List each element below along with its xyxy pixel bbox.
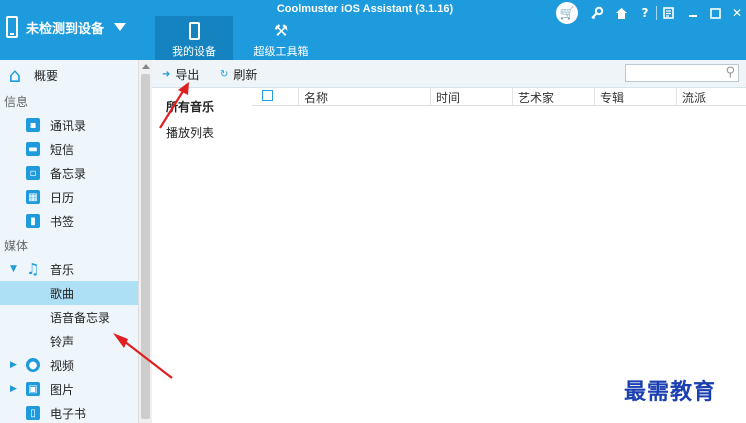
sidebar-item-calendar[interactable]: ▦ 日历 <box>0 185 138 209</box>
sidebar-item-label: 日历 <box>50 190 75 205</box>
scroll-up-icon[interactable] <box>142 64 150 69</box>
sidebar-item-photos[interactable]: ▶ ▣ 图片 <box>0 377 138 401</box>
export-button[interactable]: ➜ 导出 <box>162 66 199 82</box>
device-label: 未检测到设备 <box>26 21 105 37</box>
phone-icon <box>6 16 18 38</box>
section-info-heading: 信息 <box>4 95 29 109</box>
sidebar-item-bookmarks[interactable]: ▮ 书签 <box>0 209 138 233</box>
sidebar-item-voice-memos[interactable]: 语音备忘录 <box>0 305 138 329</box>
sidebar-item-overview[interactable]: ⌂ 概要 <box>0 62 138 88</box>
tools-icon: ⚒ <box>273 21 289 40</box>
tab-label: 超级工具箱 <box>253 45 309 58</box>
home-icon[interactable] <box>612 4 630 22</box>
sidebar-item-label: 铃声 <box>50 334 75 349</box>
column-genre[interactable]: 流派 <box>682 89 706 105</box>
music-category-panel: 所有音乐 播放列表 <box>152 88 252 423</box>
sidebar-scrollbar[interactable] <box>138 60 152 423</box>
all-music-item[interactable]: 所有音乐 <box>166 98 214 115</box>
chevron-down-icon[interactable] <box>114 23 127 31</box>
sidebar-item-ebooks[interactable]: ▯ 电子书 <box>0 401 138 423</box>
tab-label: 我的设备 <box>172 45 216 58</box>
column-name[interactable]: 名称 <box>304 89 328 105</box>
sidebar-item-music[interactable]: ▼ ♫ 音乐 <box>0 257 138 281</box>
sidebar-item-label: 电子书 <box>50 406 87 421</box>
maximize-icon[interactable] <box>706 4 724 22</box>
column-divider <box>512 88 513 106</box>
cart-icon[interactable]: 🛒 <box>556 2 578 24</box>
expand-right-icon[interactable]: ▶ <box>10 384 17 394</box>
column-time[interactable]: 时间 <box>436 89 460 105</box>
sidebar: ⌂ 概要 信息 ▪ 通讯录 ▬ 短信 ▫ 备忘录 ▦ 日历 ▮ 书签 媒体 ▼ … <box>0 60 138 423</box>
calendar-icon: ▦ <box>26 190 40 204</box>
watermark: 最需教育 <box>624 379 717 405</box>
scroll-thumb[interactable] <box>141 74 150 419</box>
column-divider <box>676 88 677 106</box>
title-bar: 未检测到设备 Coolmuster iOS Assistant (3.1.16)… <box>0 0 746 60</box>
minimize-icon[interactable] <box>684 4 702 22</box>
sidebar-item-video[interactable]: ▶ ● 视频 <box>0 353 138 377</box>
ebook-icon: ▯ <box>26 406 40 420</box>
column-divider <box>594 88 595 106</box>
refresh-icon: ↻ <box>220 68 229 80</box>
photos-icon: ▣ <box>26 382 40 396</box>
sidebar-item-label: 音乐 <box>50 262 75 277</box>
search-input[interactable]: ⚲ <box>625 64 739 82</box>
key-icon[interactable] <box>588 4 606 22</box>
sidebar-item-label: 语音备忘录 <box>50 310 111 325</box>
sidebar-item-label: 歌曲 <box>50 286 75 301</box>
contacts-icon: ▪ <box>26 118 40 132</box>
music-icon: ♫ <box>26 260 40 278</box>
close-icon[interactable]: ✕ <box>728 4 746 22</box>
select-all-checkbox[interactable] <box>262 90 273 101</box>
sidebar-item-notes[interactable]: ▫ 备忘录 <box>0 161 138 185</box>
sidebar-item-contacts[interactable]: ▪ 通讯录 <box>0 113 138 137</box>
separator <box>656 6 657 20</box>
export-arrow-icon: ➜ <box>162 68 171 80</box>
sidebar-item-label: 书签 <box>50 214 75 229</box>
device-selector[interactable]: 未检测到设备 <box>6 12 127 42</box>
feedback-icon[interactable] <box>660 4 678 22</box>
column-divider <box>298 88 299 106</box>
playlists-item[interactable]: 播放列表 <box>166 124 214 141</box>
column-divider <box>430 88 431 106</box>
sidebar-item-label: 视频 <box>50 358 75 373</box>
help-icon[interactable]: ? <box>636 4 654 22</box>
expand-down-icon[interactable]: ▼ <box>10 264 17 274</box>
section-media-heading: 媒体 <box>4 239 29 253</box>
sidebar-item-messages[interactable]: ▬ 短信 <box>0 137 138 161</box>
home-icon: ⌂ <box>8 63 22 87</box>
sidebar-item-ringtones[interactable]: 铃声 <box>0 329 138 353</box>
refresh-label: 刷新 <box>233 67 258 82</box>
toolbar: ➜ 导出 ↻ 刷新 ⚲ <box>152 60 746 88</box>
song-table-header: 名称 时间 艺术家 专辑 流派 <box>252 88 746 106</box>
tab-my-device[interactable]: 我的设备 <box>155 16 233 60</box>
sidebar-item-label: 备忘录 <box>50 166 87 181</box>
expand-right-icon[interactable]: ▶ <box>10 360 17 370</box>
sidebar-item-label: 概要 <box>34 68 59 83</box>
sidebar-item-label: 通讯录 <box>50 118 87 133</box>
tab-super-toolbox[interactable]: ⚒ 超级工具箱 <box>242 16 320 60</box>
sidebar-item-songs[interactable]: 歌曲 <box>0 281 138 305</box>
notes-icon: ▫ <box>26 166 40 180</box>
messages-icon: ▬ <box>26 142 40 156</box>
refresh-button[interactable]: ↻ 刷新 <box>220 66 257 82</box>
app-title: Coolmuster iOS Assistant (3.1.16) <box>276 3 454 15</box>
search-icon[interactable]: ⚲ <box>725 65 735 80</box>
phone-icon <box>188 22 200 40</box>
sidebar-item-label: 短信 <box>50 142 75 157</box>
bookmarks-icon: ▮ <box>26 214 40 228</box>
export-label: 导出 <box>175 67 200 82</box>
column-album[interactable]: 专辑 <box>600 89 624 105</box>
sidebar-item-label: 图片 <box>50 382 75 397</box>
column-artist[interactable]: 艺术家 <box>518 89 554 105</box>
video-icon: ● <box>26 358 40 372</box>
